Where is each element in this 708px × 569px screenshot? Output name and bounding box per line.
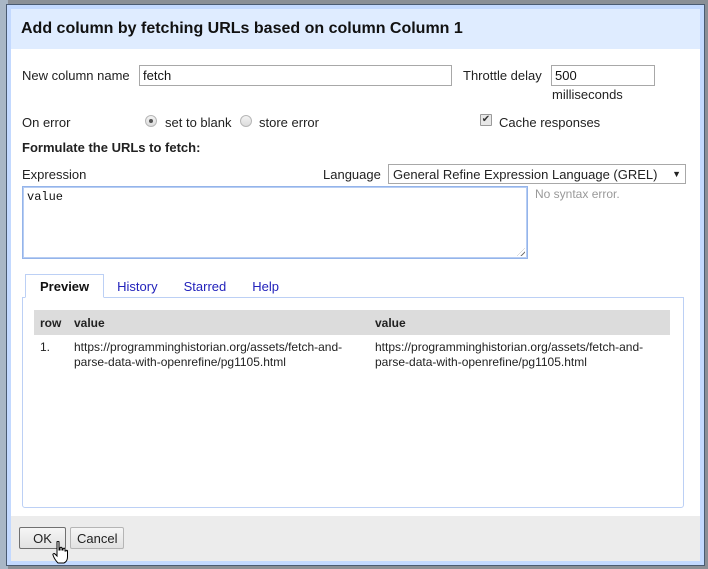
cell-row-number: 1. [40, 340, 51, 354]
tab-history[interactable]: History [104, 274, 170, 298]
language-select[interactable]: General Refine Expression Language (GREL… [388, 164, 686, 184]
dialog-title: Add column by fetching URLs based on col… [11, 9, 700, 49]
expression-tabs: Preview History Starred Help [25, 274, 292, 298]
language-label: Language [323, 167, 381, 182]
preview-table: row value value 1. https://programminghi… [34, 310, 670, 375]
tab-starred[interactable]: Starred [171, 274, 240, 298]
ok-button[interactable]: OK [19, 527, 66, 549]
checkmark-icon: ✔ [481, 114, 491, 125]
dropdown-arrow-icon: ▼ [672, 169, 681, 179]
header-value-output: value [369, 310, 670, 335]
throttle-delay-input[interactable] [551, 65, 655, 86]
radio-set-to-blank[interactable] [145, 115, 157, 127]
on-error-label: On error [22, 115, 71, 130]
resize-grip-icon[interactable] [517, 248, 525, 256]
syntax-status: No syntax error. [535, 187, 620, 201]
formulate-urls-heading: Formulate the URLs to fetch: [22, 140, 201, 155]
cancel-button[interactable]: Cancel [70, 527, 125, 549]
header-row: row [34, 310, 68, 335]
cell-output-value: https://programminghistorian.org/assets/… [375, 340, 644, 369]
throttle-delay-label: Throttle delay [463, 68, 542, 83]
dialog-footer: OK Cancel [11, 516, 700, 561]
dialog-body: New column name Throttle delay milliseco… [11, 49, 700, 521]
radio-set-to-blank-label[interactable]: set to blank [165, 115, 232, 130]
radio-store-error-label[interactable]: store error [259, 115, 319, 130]
preview-header-row: row value value [34, 310, 670, 335]
tab-help[interactable]: Help [239, 274, 292, 298]
language-select-value: General Refine Expression Language (GREL… [393, 166, 658, 182]
radio-store-error[interactable] [240, 115, 252, 127]
header-value-input: value [68, 310, 369, 335]
cache-responses-label[interactable]: Cache responses [499, 115, 600, 130]
cell-input-value: https://programminghistorian.org/assets/… [74, 340, 343, 369]
table-row: 1. https://programminghistorian.org/asse… [34, 335, 670, 375]
add-column-fetch-dialog: Add column by fetching URLs based on col… [6, 4, 705, 566]
tab-preview[interactable]: Preview [25, 274, 105, 298]
expression-value: value [27, 190, 64, 204]
new-column-name-label: New column name [22, 68, 130, 83]
expression-textarea[interactable]: value [22, 186, 528, 259]
cache-responses-checkbox[interactable]: ✔ [480, 114, 492, 126]
expression-label: Expression [22, 167, 87, 182]
new-column-name-input[interactable] [139, 65, 452, 86]
throttle-unit-label: milliseconds [552, 87, 623, 102]
preview-panel: row value value 1. https://programminghi… [22, 297, 684, 508]
